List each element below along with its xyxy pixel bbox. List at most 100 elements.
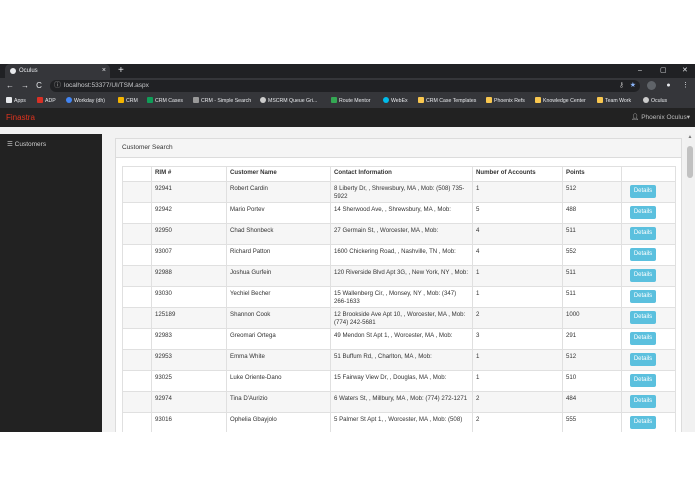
accounts-cell: 2: [472, 391, 563, 413]
bookmark-mscrm-queue[interactable]: MSCRM Queue Gri...: [260, 94, 317, 108]
customer-table: RIM # Customer Name Contact Information …: [122, 166, 676, 432]
bookmark-adp[interactable]: ADP: [37, 94, 56, 108]
column-header-contact[interactable]: Contact Information: [330, 166, 473, 182]
column-header-points[interactable]: Points: [562, 166, 622, 182]
table-row: 92974 Tina D'Aurizio 6 Waters St, , Millbu…: [122, 391, 676, 413]
row-select-cell: [122, 286, 152, 308]
details-button[interactable]: Details: [630, 416, 656, 429]
back-button[interactable]: ←: [5, 80, 15, 92]
bookmark-label: Route Mentor: [339, 98, 371, 104]
points-cell: 511: [562, 265, 622, 287]
accounts-cell: 2: [472, 412, 563, 432]
folder-icon: [535, 97, 541, 103]
column-header-accounts[interactable]: Number of Accounts: [472, 166, 563, 182]
details-button[interactable]: Details: [630, 290, 656, 303]
folder-icon: [486, 97, 492, 103]
accounts-cell: 1: [472, 265, 563, 287]
site-info-icon[interactable]: ⓘ: [54, 80, 61, 92]
contact-cell: 5 Palmer St Apt 1, , Worcester, MA , Mob…: [330, 412, 473, 432]
bookmark-crm-simple-search[interactable]: CRM - Simple Search: [193, 94, 251, 108]
details-button[interactable]: Details: [630, 185, 656, 198]
sidebar-item-label: Customers: [14, 141, 47, 148]
bookmark-knowledge-center[interactable]: Knowledge Center: [535, 94, 586, 108]
extension-icon[interactable]: [647, 81, 656, 90]
details-button[interactable]: Details: [630, 311, 656, 324]
accounts-cell: 5: [472, 202, 563, 224]
table-row: 93025 Luke Oriente-Dano 15 Fairway View Dr…: [122, 370, 676, 392]
column-header-rim[interactable]: RIM #: [151, 166, 227, 182]
new-tab-button[interactable]: +: [118, 64, 124, 78]
bookmark-webex[interactable]: WebEx: [383, 94, 408, 108]
details-button[interactable]: Details: [630, 206, 656, 219]
details-button[interactable]: Details: [630, 269, 656, 282]
row-select-cell: [122, 265, 152, 287]
row-select-cell: [122, 328, 152, 350]
column-header-customer-name[interactable]: Customer Name: [226, 166, 331, 182]
bookmark-crm-cases[interactable]: CRM Cases: [147, 94, 183, 108]
details-button[interactable]: Details: [630, 332, 656, 345]
globe-icon: [643, 97, 649, 103]
points-cell: 291: [562, 328, 622, 350]
customer-name-cell: Tina D'Aurizio: [226, 391, 331, 413]
rim-cell: 125189: [151, 307, 227, 329]
brand-logo[interactable]: Finastra: [6, 109, 35, 127]
details-cell: Details: [621, 349, 676, 371]
row-select-cell: [122, 412, 152, 432]
tab-close-icon[interactable]: ×: [102, 64, 106, 78]
details-cell: Details: [621, 181, 676, 203]
forward-button[interactable]: →: [20, 80, 30, 92]
bookmark-team-work[interactable]: Team Work: [597, 94, 631, 108]
bookmark-label: Knowledge Center: [543, 98, 586, 104]
profile-icon[interactable]: ●: [664, 81, 673, 90]
bookmark-phoenix-refs[interactable]: Phoenix Refs: [486, 94, 525, 108]
bookmark-label: WebEx: [391, 98, 408, 104]
rim-cell: 92983: [151, 328, 227, 350]
details-cell: Details: [621, 265, 676, 287]
browser-tab[interactable]: Oculus ×: [5, 64, 110, 78]
sidebar-item-customers[interactable]: ☰ Customers: [7, 140, 46, 148]
address-bar[interactable]: ⓘ localhost:53377/UI/TSM.aspx ⚷ ★: [50, 80, 640, 92]
bookmark-workday[interactable]: Workday (dh): [66, 94, 105, 108]
details-cell: Details: [621, 307, 676, 329]
details-button[interactable]: Details: [630, 395, 656, 408]
bookmark-crm[interactable]: CRM: [118, 94, 138, 108]
row-select-cell: [122, 349, 152, 371]
table-row: 93030 Yechiel Becher 15 Wallenberg Cir, , …: [122, 286, 676, 308]
details-button[interactable]: Details: [630, 353, 656, 366]
contact-cell: 12 Brookside Ave Apt 10, , Worcester, MA…: [330, 307, 473, 329]
user-menu[interactable]: 👤︎ Phoenix Oculus▾: [631, 109, 690, 127]
webex-icon: [383, 97, 389, 103]
user-name: Phoenix Oculus: [641, 114, 687, 121]
details-cell: Details: [621, 202, 676, 224]
details-cell: Details: [621, 286, 676, 308]
maximize-button[interactable]: ▢: [660, 64, 667, 78]
menu-kebab-icon[interactable]: ⋮: [681, 81, 690, 90]
scroll-up-icon[interactable]: ▲: [685, 134, 695, 140]
close-window-button[interactable]: ✕: [682, 64, 688, 78]
key-icon[interactable]: ⚷: [619, 80, 624, 92]
details-cell: Details: [621, 328, 676, 350]
customer-name-cell: Chad Shonbeck: [226, 223, 331, 245]
row-select-cell: [122, 181, 152, 203]
bookmark-crm-case-templates[interactable]: CRM Case Templates: [418, 94, 476, 108]
customer-name-cell: Joshua Gurfein: [226, 265, 331, 287]
details-button[interactable]: Details: [630, 248, 656, 261]
details-button[interactable]: Details: [630, 227, 656, 240]
bookmark-star-icon[interactable]: ★: [630, 80, 636, 92]
table-row: 92941 Robert Cardin 8 Liberty Dr, , Shrews…: [122, 181, 676, 203]
bookmark-oculus[interactable]: Oculus: [643, 94, 667, 108]
scrollbar-thumb[interactable]: [687, 146, 693, 178]
points-cell: 511: [562, 223, 622, 245]
bookmark-route-mentor[interactable]: Route Mentor: [331, 94, 370, 108]
microsoft-icon: [118, 97, 124, 103]
reload-button[interactable]: C: [34, 80, 44, 92]
page-icon: [193, 97, 199, 103]
user-icon: 👤︎: [631, 114, 642, 121]
row-select-cell: [122, 391, 152, 413]
points-cell: 488: [562, 202, 622, 224]
rim-cell: 93025: [151, 370, 227, 392]
minimize-button[interactable]: –: [638, 64, 642, 78]
bookmark-apps[interactable]: Apps: [6, 94, 26, 108]
details-button[interactable]: Details: [630, 374, 656, 387]
page-scrollbar[interactable]: ▲: [685, 134, 695, 432]
